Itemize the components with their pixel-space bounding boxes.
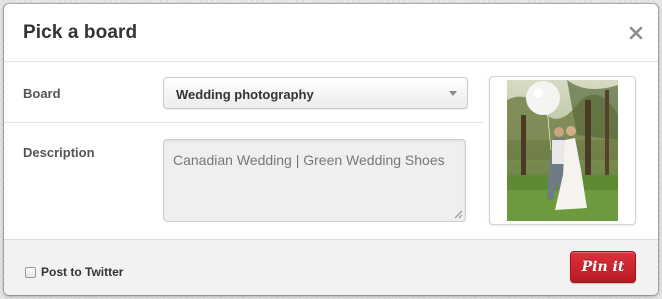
twitter-label: Post to Twitter xyxy=(41,265,124,279)
photo-thumbnail xyxy=(507,80,618,221)
pin-it-label: Pin it xyxy=(581,259,625,275)
dialog-header: Pick a board xyxy=(4,4,658,62)
board-select[interactable]: Wedding photography xyxy=(163,77,468,109)
close-icon[interactable] xyxy=(627,24,645,42)
pin-it-button[interactable]: Pin it xyxy=(570,251,636,283)
resize-grip-icon[interactable] xyxy=(454,210,463,219)
post-to-twitter-toggle[interactable]: Post to Twitter xyxy=(25,265,123,279)
pin-image-preview xyxy=(489,76,636,225)
board-select-value: Wedding photography xyxy=(176,87,314,102)
dialog-footer: Post to Twitter xyxy=(4,239,658,295)
twitter-checkbox[interactable] xyxy=(25,266,36,278)
chevron-down-icon xyxy=(449,91,457,96)
pick-board-dialog: Pick a board Board Wedding photography D… xyxy=(4,4,658,295)
description-text: Canadian Wedding | Green Wedding Shoes xyxy=(173,152,445,168)
dialog-title: Pick a board xyxy=(23,22,138,43)
description-textarea[interactable]: Canadian Wedding | Green Wedding Shoes xyxy=(163,139,466,222)
board-label: Board xyxy=(23,86,61,101)
description-label: Description xyxy=(23,145,95,160)
